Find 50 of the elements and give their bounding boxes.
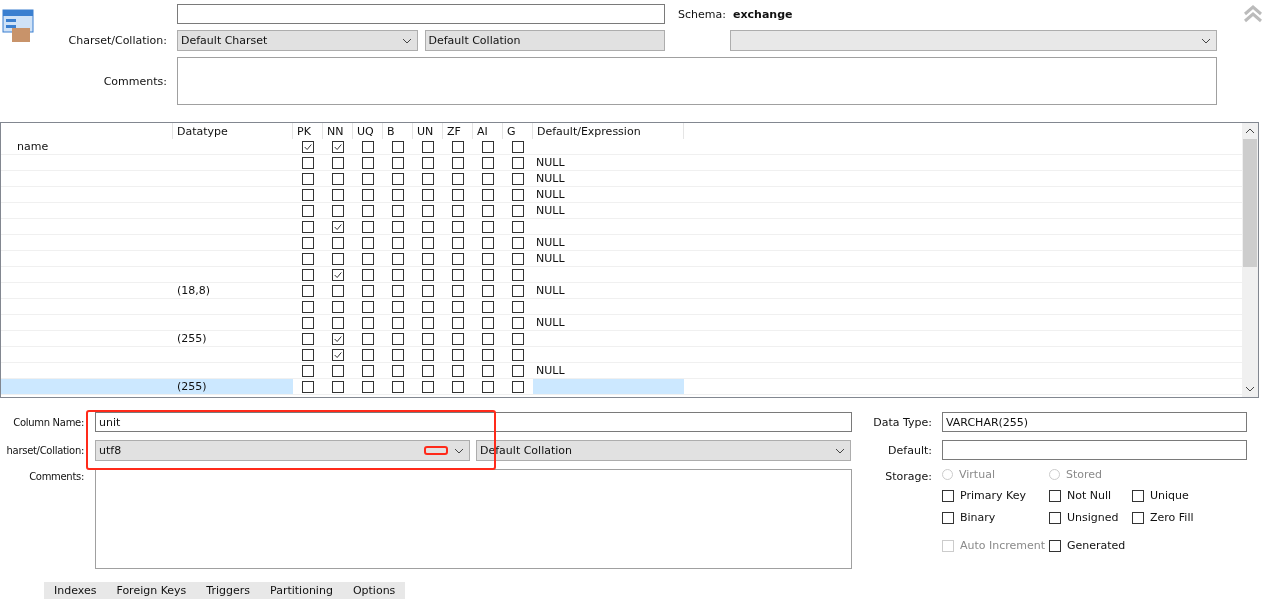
flag-checkbox[interactable]: Generated [1049, 539, 1132, 552]
column-header[interactable]: G [503, 123, 533, 139]
comments-label: Comments: [102, 74, 167, 88]
schema-name: exchange [733, 7, 793, 21]
column-name-field[interactable]: unit [95, 412, 852, 432]
storage-label: Storage: [884, 470, 932, 483]
column-header[interactable]: Default/Expression [533, 123, 684, 139]
table-cell-text: (18,8) [176, 283, 212, 298]
data-type-field[interactable]: VARCHAR(255) [942, 412, 1247, 432]
charset-label: Charset/Collation: [67, 34, 167, 47]
tab[interactable]: Foreign Keys [106, 582, 197, 599]
column-header[interactable]: AI [473, 123, 503, 139]
flag-checkbox[interactable]: Unsigned [1049, 511, 1132, 524]
column-header[interactable]: PK [293, 123, 323, 139]
tab[interactable]: Partitioning [260, 582, 343, 599]
column-header[interactable]: UQ [353, 123, 383, 139]
table-cell-text: NULL [535, 155, 566, 170]
table-cell-text: NULL [535, 235, 566, 250]
column-header[interactable]: ZF [443, 123, 473, 139]
table-cell-text: NULL [535, 187, 566, 202]
charset-dropdown[interactable]: utf8 [95, 440, 470, 461]
flag-checkbox[interactable]: Primary Key [942, 489, 1049, 502]
charset-dropdown[interactable]: Default Charset [177, 30, 418, 51]
default-label: Default: [887, 443, 932, 457]
comments-label: Comments: [28, 471, 84, 482]
flag-checkbox[interactable]: Binary [942, 511, 1049, 524]
table-cell-text: (255) [176, 331, 208, 346]
collation-dropdown[interactable]: Default Collation [424, 30, 665, 51]
flag-checkbox[interactable]: Unique [1132, 489, 1232, 502]
table-cell-text: NULL [535, 283, 566, 298]
tab[interactable]: Options [342, 582, 406, 599]
tab[interactable]: Triggers [196, 582, 261, 599]
tab[interactable]: Indexes [44, 582, 107, 599]
table-cell-text: NULL [535, 251, 566, 266]
data-type-label: Data Type: [872, 415, 932, 429]
column-header[interactable]: Datatype [173, 123, 293, 139]
column-header[interactable]: UN [413, 123, 443, 139]
schema-label: Schema: [678, 7, 726, 21]
table-cell-text: NULL [535, 203, 566, 218]
table-cell-text: NULL [535, 363, 566, 378]
table-cell-text: name [16, 139, 50, 154]
table-cell-text: NULL [535, 315, 566, 330]
column-name-label: Column Name: [12, 416, 84, 428]
table-cell: (255) [173, 379, 293, 394]
column-header[interactable]: NN [323, 123, 353, 139]
charset-label: harset/Collation: [5, 445, 84, 456]
flag-checkbox[interactable]: Zero Fill [1132, 511, 1232, 524]
flag-checkbox[interactable]: Not Null [1049, 489, 1132, 502]
column-header[interactable]: B [383, 123, 413, 139]
table-cell-text: NULL [535, 171, 566, 186]
